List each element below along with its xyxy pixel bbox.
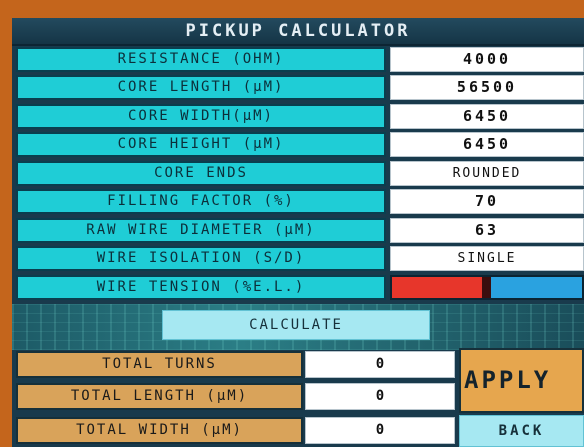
core-width-field[interactable]: 6450 xyxy=(390,104,584,129)
total-turns-label: TOTAL TURNS xyxy=(16,351,303,378)
wire-diameter-field[interactable]: 63 xyxy=(390,218,584,243)
resistance-field[interactable]: 4000 xyxy=(390,47,584,72)
wire-tension-label: WIRE TENSION (%E.L.) xyxy=(16,275,386,300)
title-bar: PICKUP CALCULATOR xyxy=(12,18,584,46)
core-height-field[interactable]: 6450 xyxy=(390,132,584,157)
calculator-panel: PICKUP CALCULATOR RESISTANCE (OHM) 4000 … xyxy=(12,18,584,447)
total-length-value: 0 xyxy=(305,383,455,410)
total-width-value: 0 xyxy=(305,417,455,444)
core-width-label: CORE WIDTH(µM) xyxy=(16,104,386,129)
resistance-label: RESISTANCE (OHM) xyxy=(16,47,386,72)
total-turns-value: 0 xyxy=(305,351,455,378)
wire-isolation-label: WIRE ISOLATION (S/D) xyxy=(16,246,386,271)
total-width-label: TOTAL WIDTH (µM) xyxy=(16,417,303,444)
wire-tension-thumb[interactable] xyxy=(482,277,491,298)
core-ends-selector[interactable]: ROUNDED xyxy=(390,161,584,186)
wire-diameter-label: RAW WIRE DIAMETER (µM) xyxy=(16,218,386,243)
core-length-field[interactable]: 56500 xyxy=(390,75,584,100)
core-ends-label: CORE ENDS xyxy=(16,161,386,186)
filling-factor-label: FILLING FACTOR (%) xyxy=(16,189,386,214)
core-height-label: CORE HEIGHT (µM) xyxy=(16,132,386,157)
wire-tension-fill xyxy=(392,277,487,298)
apply-button[interactable]: APPLY xyxy=(459,348,584,413)
total-length-label: TOTAL LENGTH (µM) xyxy=(16,383,303,410)
filling-factor-field[interactable]: 70 xyxy=(390,189,584,214)
back-button[interactable]: BACK xyxy=(459,415,584,447)
wire-tension-slider[interactable] xyxy=(390,275,584,300)
core-length-label: CORE LENGTH (µM) xyxy=(16,75,386,100)
calculate-button[interactable]: CALCULATE xyxy=(162,310,430,340)
wire-isolation-selector[interactable]: SINGLE xyxy=(390,246,584,271)
app-frame: PICKUP CALCULATOR RESISTANCE (OHM) 4000 … xyxy=(0,0,584,447)
